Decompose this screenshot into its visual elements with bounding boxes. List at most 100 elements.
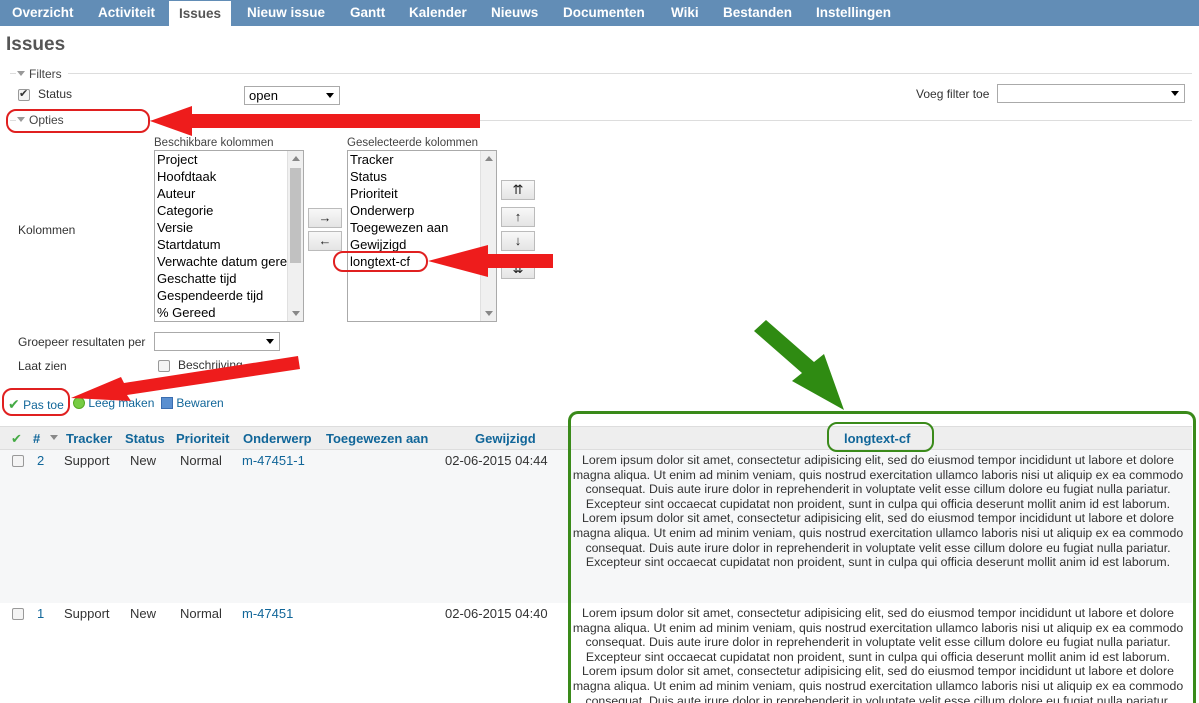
column-header-id[interactable]: #: [33, 431, 40, 446]
scroll-up-icon[interactable]: [292, 156, 300, 161]
issue-subject-link[interactable]: m-47451-1: [242, 453, 305, 468]
chevron-down-icon: [266, 339, 274, 344]
filters-legend-label: Filters: [29, 67, 62, 81]
available-columns-scrollbar[interactable]: [287, 151, 303, 321]
save-query-button[interactable]: Bewaren: [161, 396, 224, 410]
group-by-select[interactable]: [154, 332, 280, 351]
column-header-updated[interactable]: Gewijzigd: [475, 431, 536, 446]
toggle-all-checkmark-icon[interactable]: ✔: [11, 431, 22, 447]
move-down-button[interactable]: ↓: [501, 231, 535, 251]
filters-divider-left: [10, 73, 16, 74]
selected-column-option[interactable]: Onderwerp: [348, 202, 496, 219]
issue-updated: 02-06-2015 04:44: [445, 453, 548, 468]
filters-divider: [68, 73, 1192, 74]
tab-wiki[interactable]: Wiki: [661, 0, 709, 26]
status-operator-value: open: [249, 88, 278, 103]
column-header-priority[interactable]: Prioriteit: [176, 431, 229, 446]
collapse-triangle-icon: [17, 71, 25, 76]
available-columns-list[interactable]: Project Hoofdtaak Auteur Categorie Versi…: [154, 150, 304, 322]
scroll-up-icon[interactable]: [485, 156, 493, 161]
available-column-option[interactable]: Geschatte tijd: [155, 270, 303, 287]
row-select-checkbox[interactable]: [12, 608, 24, 620]
available-column-option[interactable]: Categorie: [155, 202, 303, 219]
issue-subject-link[interactable]: m-47451: [242, 606, 293, 621]
description-checkbox[interactable]: [158, 360, 170, 372]
page-title: Issues: [6, 34, 66, 55]
show-label: Laat zien: [18, 359, 67, 373]
available-columns-title: Beschikbare kolommen: [154, 137, 274, 149]
tab-nieuws[interactable]: Nieuws: [481, 0, 548, 26]
issue-status: New: [130, 606, 157, 621]
issue-priority: Normal: [180, 606, 222, 621]
tab-bestanden[interactable]: Bestanden: [713, 0, 802, 26]
remove-column-button[interactable]: ←: [308, 231, 342, 251]
annotation-oval-longtext: [333, 251, 428, 272]
filters-legend[interactable]: Filters: [17, 67, 62, 81]
annotation-oval-apply: [2, 388, 70, 416]
add-filter-label: Voeg filter toe: [916, 87, 990, 101]
tab-overzicht[interactable]: Overzicht: [2, 0, 84, 26]
save-label: Bewaren: [176, 396, 224, 410]
issue-status: New: [130, 453, 157, 468]
issue-id-link[interactable]: 1: [37, 606, 44, 621]
save-icon: [161, 397, 173, 409]
annotation-box-longtext-column: [568, 411, 1196, 703]
column-header-status[interactable]: Status: [125, 431, 165, 446]
move-top-button[interactable]: ⇈: [501, 180, 535, 200]
tab-gantt[interactable]: Gantt: [340, 0, 395, 26]
tab-nieuw-issue[interactable]: Nieuw issue: [237, 0, 335, 26]
columns-label: Kolommen: [18, 223, 76, 237]
reload-icon: [73, 397, 85, 409]
sort-desc-icon: [50, 435, 58, 440]
selected-column-option[interactable]: Toegewezen aan: [348, 219, 496, 236]
row-select-checkbox[interactable]: [12, 455, 24, 467]
selected-column-option[interactable]: Prioriteit: [348, 185, 496, 202]
tab-documenten[interactable]: Documenten: [553, 0, 655, 26]
tab-issues[interactable]: Issues: [169, 0, 232, 26]
tab-kalender[interactable]: Kalender: [399, 0, 477, 26]
group-by-label: Groepeer resultaten per: [18, 335, 146, 349]
status-filter-checkbox[interactable]: [18, 87, 30, 101]
red-arrow-icon: [150, 106, 480, 136]
column-header-tracker[interactable]: Tracker: [66, 431, 112, 446]
status-operator-select[interactable]: open: [244, 86, 340, 105]
chevron-down-icon: [1171, 91, 1179, 96]
tab-activiteit[interactable]: Activiteit: [88, 0, 165, 26]
available-column-option[interactable]: % Gereed: [155, 304, 303, 321]
available-column-option[interactable]: Verwachte datum gereed: [155, 253, 303, 270]
issue-priority: Normal: [180, 453, 222, 468]
main-menu: Overzicht Activiteit Issues Nieuw issue …: [0, 0, 1199, 26]
issue-tracker: Support: [64, 453, 110, 468]
column-header-subject[interactable]: Onderwerp: [243, 431, 312, 446]
available-column-option[interactable]: Gespendeerde tijd: [155, 287, 303, 304]
issue-id-link[interactable]: 2: [37, 453, 44, 468]
annotation-oval-options: [6, 109, 150, 133]
status-filter-label: Status: [38, 87, 73, 101]
selected-columns-scrollbar[interactable]: [480, 151, 496, 321]
green-arrow-icon: [754, 320, 844, 410]
available-column-option[interactable]: Project: [155, 151, 303, 168]
scroll-down-icon[interactable]: [292, 311, 300, 316]
scrollbar-thumb[interactable]: [290, 168, 301, 263]
selected-column-option[interactable]: Tracker: [348, 151, 496, 168]
add-column-button[interactable]: →: [308, 208, 342, 228]
available-column-option[interactable]: Versie: [155, 219, 303, 236]
available-column-option[interactable]: Auteur: [155, 185, 303, 202]
tab-instellingen[interactable]: Instellingen: [806, 0, 901, 26]
selected-columns-title: Geselecteerde kolommen: [347, 137, 479, 149]
selected-columns-list[interactable]: Tracker Status Prioriteit Onderwerp Toeg…: [347, 150, 497, 322]
annotation-box-longtext-header: [827, 422, 934, 452]
move-up-button[interactable]: ↑: [501, 207, 535, 227]
chevron-down-icon: [326, 93, 334, 98]
options-divider: [150, 120, 1192, 121]
issue-tracker: Support: [64, 606, 110, 621]
available-column-option[interactable]: Hoofdtaak: [155, 168, 303, 185]
scroll-down-icon[interactable]: [485, 311, 493, 316]
issue-updated: 02-06-2015 04:40: [445, 606, 548, 621]
add-filter-select[interactable]: [997, 84, 1185, 103]
move-bottom-button[interactable]: ⇊: [501, 259, 535, 279]
selected-column-option[interactable]: Status: [348, 168, 496, 185]
column-header-assignee[interactable]: Toegewezen aan: [326, 431, 428, 446]
available-column-option[interactable]: Startdatum: [155, 236, 303, 253]
clear-button[interactable]: Leeg maken: [73, 396, 154, 410]
